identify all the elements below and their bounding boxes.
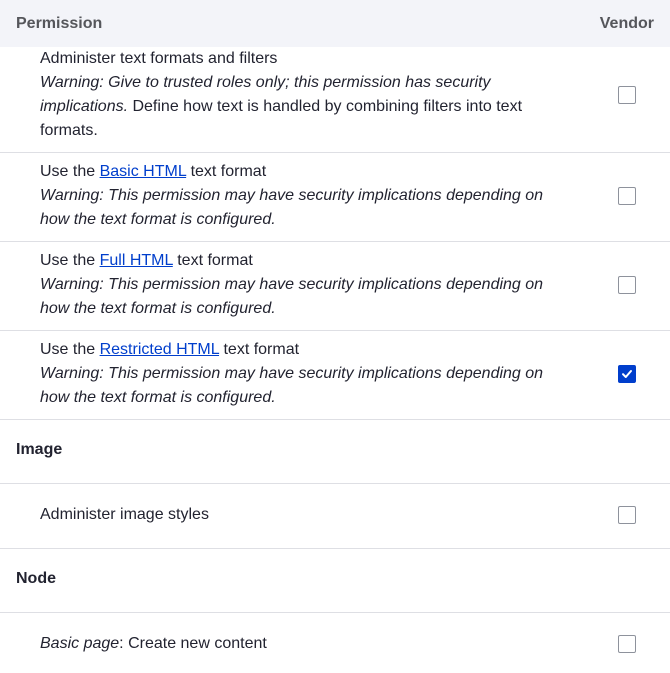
permission-description: Basic page: Create new content — [40, 632, 560, 656]
permission-prefix: Use the — [40, 341, 100, 358]
vendor-checkbox-basic-page-create[interactable] — [618, 635, 636, 653]
group-title-node: Node — [16, 570, 56, 587]
checkmark-icon — [622, 370, 632, 378]
permission-description: Administer text formats and filters Warn… — [40, 47, 560, 143]
permission-title: : Create new content — [119, 635, 267, 652]
permission-row-basic-html: Use the Basic HTML text format Warning: … — [0, 153, 670, 242]
permission-row-administer-text-formats: Administer text formats and filters Warn… — [0, 47, 670, 153]
permission-prefix: Use the — [40, 252, 100, 269]
permission-prefix: Use the — [40, 163, 100, 180]
permission-suffix: text format — [186, 163, 267, 180]
content-type-name: Basic page — [40, 635, 120, 652]
permissions-table-header: Permission Vendor — [0, 0, 670, 47]
permission-warning: Warning: This permission may have securi… — [40, 187, 544, 228]
vendor-checkbox-administer-image-styles[interactable] — [618, 506, 636, 524]
permission-title: Administer text formats and filters — [40, 50, 278, 67]
permission-description: Use the Full HTML text format Warning: T… — [40, 249, 560, 321]
vendor-checkbox-restricted-html[interactable] — [618, 365, 636, 383]
basic-html-link[interactable]: Basic HTML — [100, 163, 187, 180]
vendor-checkbox-full-html[interactable] — [618, 276, 636, 294]
permission-group-image: Image — [0, 420, 670, 484]
vendor-checkbox-basic-html[interactable] — [618, 187, 636, 205]
column-header-vendor: Vendor — [599, 14, 654, 32]
group-title-image: Image — [16, 441, 63, 458]
permission-row-administer-image-styles: Administer image styles — [0, 484, 670, 549]
vendor-checkbox-administer-text-formats[interactable] — [618, 86, 636, 104]
permission-description: Use the Basic HTML text format Warning: … — [40, 160, 560, 232]
permission-suffix: text format — [219, 341, 300, 358]
permission-description: Use the Restricted HTML text format Warn… — [40, 338, 560, 410]
restricted-html-link[interactable]: Restricted HTML — [100, 341, 219, 358]
permission-group-node: Node — [0, 549, 670, 613]
permission-suffix: text format — [172, 252, 253, 269]
column-header-permission: Permission — [16, 14, 103, 32]
permission-row-full-html: Use the Full HTML text format Warning: T… — [0, 242, 670, 331]
permission-row-basic-page-create: Basic page: Create new content — [0, 613, 670, 673]
permission-warning: Warning: This permission may have securi… — [40, 276, 544, 317]
full-html-link[interactable]: Full HTML — [100, 252, 173, 269]
permission-description: Administer image styles — [40, 503, 560, 527]
permission-title: Administer image styles — [40, 506, 209, 523]
permission-row-restricted-html: Use the Restricted HTML text format Warn… — [0, 331, 670, 420]
permission-warning: Warning: This permission may have securi… — [40, 365, 544, 406]
